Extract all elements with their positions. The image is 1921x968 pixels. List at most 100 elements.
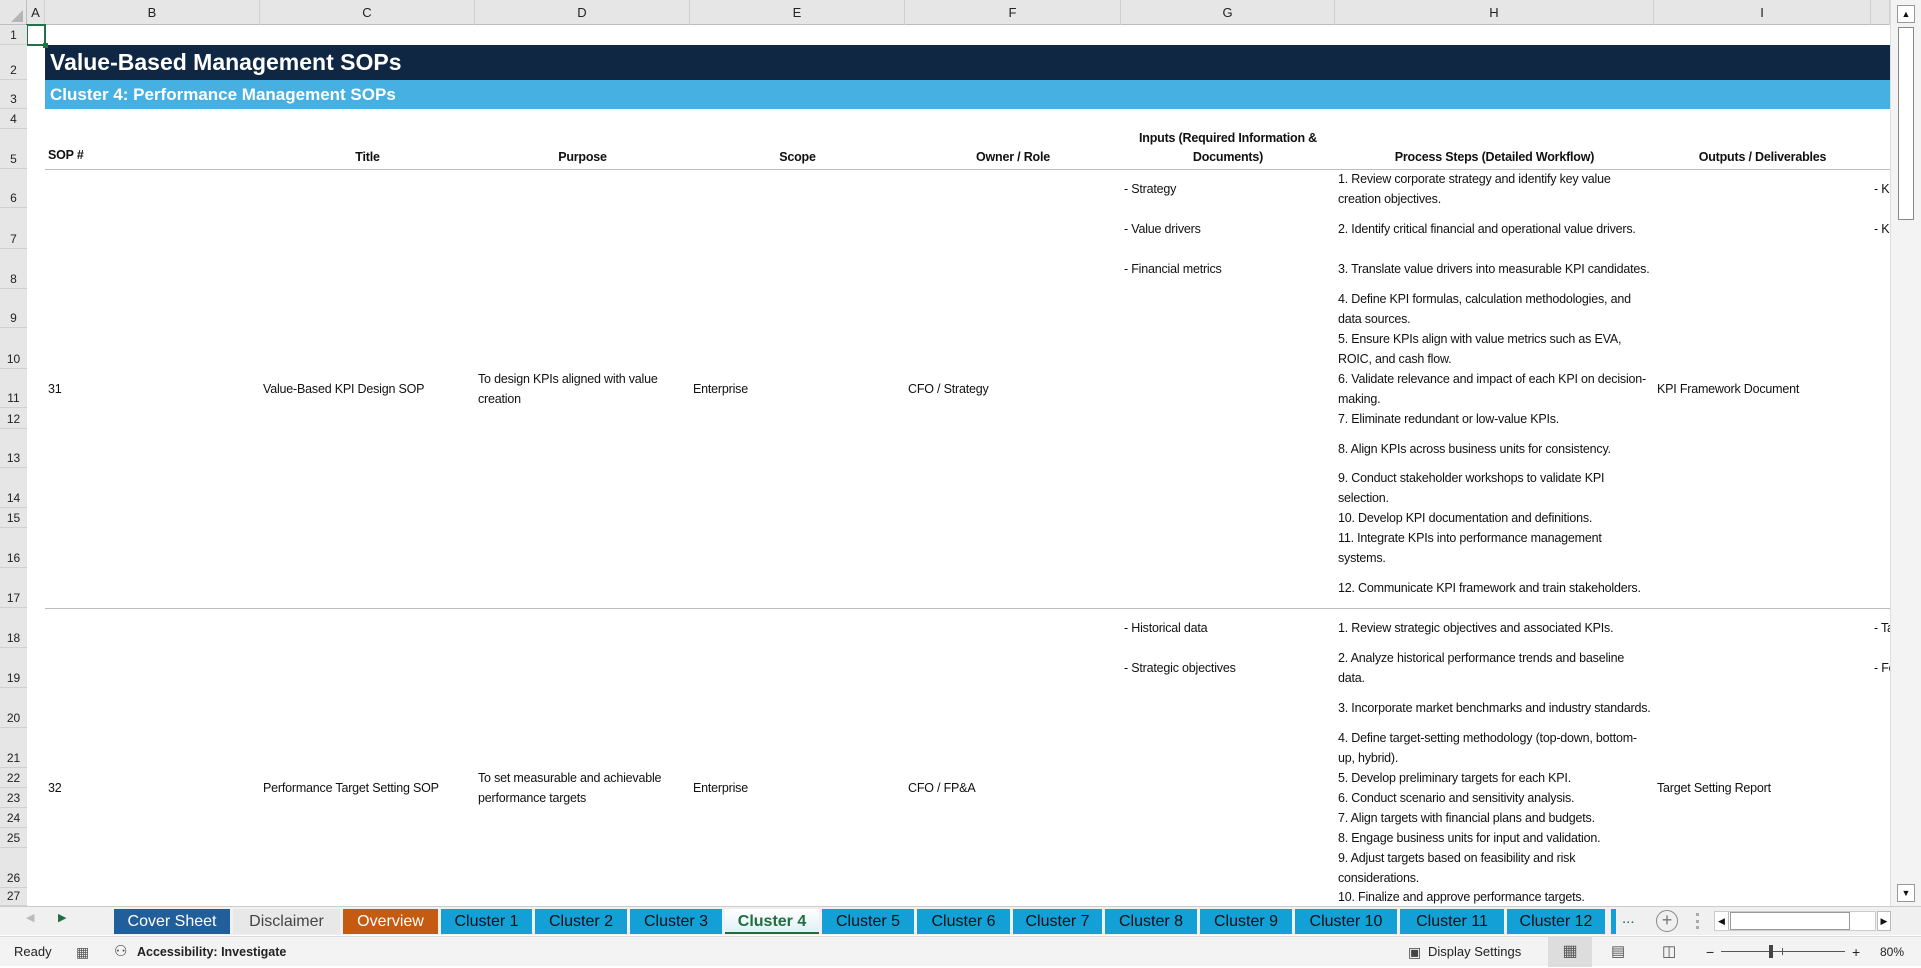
row-header-21[interactable]: 21 — [0, 728, 27, 768]
row-header-17[interactable]: 17 — [0, 568, 27, 608]
process-step[interactable]: 12. Communicate KPI framework and train … — [1335, 568, 1654, 608]
row-header-1[interactable]: 1 — [0, 25, 27, 45]
process-step[interactable]: 8. Align KPIs across business units for … — [1335, 429, 1654, 468]
header-scope[interactable]: Scope — [690, 129, 905, 169]
process-step[interactable]: 4. Define target-setting methodology (to… — [1335, 728, 1654, 768]
page-layout-view-icon[interactable]: ▤ — [1611, 937, 1625, 967]
sop-owner[interactable]: CFO / Strategy — [905, 169, 1121, 608]
process-step[interactable]: 7. Align targets with financial plans an… — [1335, 808, 1654, 828]
process-step[interactable]: 5. Develop preliminary targets for each … — [1335, 768, 1654, 788]
process-step[interactable]: 8. Engage business units for input and v… — [1335, 828, 1654, 848]
header-sop-number[interactable]: SOP # — [45, 129, 260, 169]
row-header-9[interactable]: 9 — [0, 289, 27, 328]
horizontal-scrollbar[interactable]: ◀ — [1714, 911, 1876, 931]
sheet-tab-cluster-9[interactable]: Cluster 9 — [1200, 909, 1292, 934]
sop-input-item[interactable]: - Value drivers — [1121, 208, 1335, 249]
process-step[interactable]: 10. Finalize and approve performance tar… — [1335, 888, 1654, 906]
sop-purpose[interactable]: To design KPIs aligned with value creati… — [475, 169, 690, 608]
process-step[interactable]: 3. Translate value drivers into measurab… — [1335, 249, 1654, 289]
zoom-slider[interactable] — [1721, 945, 1845, 958]
tab-scroll-right-icon[interactable]: ▶ — [58, 911, 66, 924]
process-step[interactable]: 1. Review corporate strategy and identif… — [1335, 169, 1654, 208]
scroll-up-arrow-icon[interactable]: ▲ — [1897, 5, 1915, 23]
macro-recording-icon[interactable]: ▦ — [76, 937, 89, 967]
process-step[interactable]: 7. Eliminate redundant or low-value KPIs… — [1335, 408, 1654, 429]
row-header-3[interactable]: 3 — [0, 80, 27, 109]
sheet-tab-cluster-1[interactable]: Cluster 1 — [441, 909, 532, 934]
page-break-view-icon[interactable]: ◫ — [1662, 937, 1676, 967]
process-step[interactable]: 5. Ensure KPIs align with value metrics … — [1335, 328, 1654, 369]
row-header-18[interactable]: 18 — [0, 608, 27, 648]
zoom-slider-thumb[interactable] — [1769, 945, 1773, 958]
header-outputs[interactable]: Outputs / Deliverables — [1654, 129, 1871, 169]
zoom-in-button[interactable]: + — [1852, 937, 1860, 967]
process-step[interactable]: 9. Adjust targets based on feasibility a… — [1335, 848, 1654, 888]
row-header-19[interactable]: 19 — [0, 648, 27, 688]
sheet-tab-cluster-11[interactable]: Cluster 11 — [1400, 909, 1504, 934]
next-column-item[interactable]: - KP — [1871, 208, 1890, 249]
header-steps[interactable]: Process Steps (Detailed Workflow) — [1335, 129, 1654, 169]
row-header-27[interactable]: 27 — [0, 888, 27, 906]
header-owner[interactable]: Owner / Role — [905, 129, 1121, 169]
next-column-item[interactable]: - KP — [1871, 169, 1890, 208]
header-inputs[interactable]: Inputs (Required Information & Documents… — [1121, 129, 1335, 169]
row-header-12[interactable]: 12 — [0, 408, 27, 429]
sheet-tab-overview[interactable]: Overview — [343, 909, 438, 934]
sheet-tab-partial[interactable] — [1611, 909, 1616, 934]
next-column-item[interactable]: - Ta — [1871, 608, 1890, 648]
accessibility-icon[interactable]: ⚇ — [114, 937, 127, 967]
sop-input-item[interactable]: - Strategy — [1121, 169, 1335, 208]
process-step[interactable]: 4. Define KPI formulas, calculation meth… — [1335, 289, 1654, 328]
split-handle[interactable] — [1696, 913, 1699, 929]
row-header-15[interactable]: 15 — [0, 508, 27, 528]
sop-input-item[interactable]: - Historical data — [1121, 608, 1335, 648]
normal-view-icon[interactable]: ▦ — [1548, 937, 1592, 967]
process-step[interactable]: 10. Develop KPI documentation and defini… — [1335, 508, 1654, 528]
worksheet-grid[interactable]: SOP # Title Purpose Scope Owner / Role Inputs… — [0, 0, 1890, 906]
row-header-10[interactable]: 10 — [0, 328, 27, 369]
row-header-13[interactable]: 13 — [0, 429, 27, 468]
display-settings-icon[interactable]: ▣ — [1408, 937, 1421, 967]
row-header-7[interactable]: 7 — [0, 208, 27, 249]
row-header-16[interactable]: 16 — [0, 528, 27, 568]
process-step[interactable]: 6. Validate relevance and impact of each… — [1335, 369, 1654, 408]
header-title[interactable]: Title — [260, 129, 475, 169]
row-header-22[interactable]: 22 — [0, 768, 27, 788]
row-header-6[interactable]: 6 — [0, 169, 27, 208]
row-header-23[interactable]: 23 — [0, 788, 27, 808]
add-sheet-button[interactable]: + — [1656, 910, 1678, 932]
sop-title[interactable]: Value-Based KPI Design SOP — [260, 169, 475, 608]
sheet-tab-cover-sheet[interactable]: Cover Sheet — [114, 909, 230, 934]
scroll-down-arrow-icon[interactable]: ▼ — [1897, 884, 1915, 902]
sop-number[interactable]: 31 — [45, 169, 260, 608]
process-step[interactable]: 6. Conduct scenario and sensitivity anal… — [1335, 788, 1654, 808]
hscroll-right-icon[interactable]: ▶ — [1877, 911, 1891, 931]
row-header-25[interactable]: 25 — [0, 828, 27, 848]
hscroll-thumb[interactable] — [1730, 912, 1850, 930]
tab-scroll-left-icon[interactable]: ◀ — [26, 911, 34, 924]
more-tabs-button[interactable]: ... — [1622, 910, 1635, 927]
scroll-thumb[interactable] — [1898, 27, 1914, 220]
row-header-2[interactable]: 2 — [0, 45, 27, 80]
vertical-scrollbar[interactable]: ▲ ▼ — [1890, 0, 1921, 906]
sheet-tab-cluster-2[interactable]: Cluster 2 — [535, 909, 627, 934]
process-step[interactable]: 11. Integrate KPIs into performance mana… — [1335, 528, 1654, 568]
row-header-14[interactable]: 14 — [0, 468, 27, 508]
zoom-level[interactable]: 80% — [1880, 937, 1904, 967]
process-step[interactable]: 2. Identify critical financial and opera… — [1335, 208, 1654, 249]
selected-cell-a1[interactable] — [26, 24, 48, 48]
sheet-tab-cluster-5[interactable]: Cluster 5 — [822, 909, 914, 934]
sheet-tab-cluster-12[interactable]: Cluster 12 — [1507, 909, 1605, 934]
process-step[interactable]: 1. Review strategic objectives and assoc… — [1335, 608, 1654, 648]
sop-outputs[interactable]: KPI Framework Document — [1654, 169, 1871, 608]
row-header-5[interactable]: 5 — [0, 129, 27, 169]
process-step[interactable]: 3. Incorporate market benchmarks and ind… — [1335, 688, 1654, 728]
zoom-out-button[interactable]: − — [1706, 937, 1714, 967]
row-header-26[interactable]: 26 — [0, 848, 27, 888]
header-purpose[interactable]: Purpose — [475, 129, 690, 169]
sheet-tab-cluster-10[interactable]: Cluster 10 — [1295, 909, 1397, 934]
process-step[interactable]: 9. Conduct stakeholder workshops to vali… — [1335, 468, 1654, 508]
row-header-11[interactable]: 11 — [0, 369, 27, 408]
sheet-tab-cluster-4[interactable]: Cluster 4 — [725, 909, 819, 934]
sop-input-item[interactable]: - Financial metrics — [1121, 249, 1335, 289]
